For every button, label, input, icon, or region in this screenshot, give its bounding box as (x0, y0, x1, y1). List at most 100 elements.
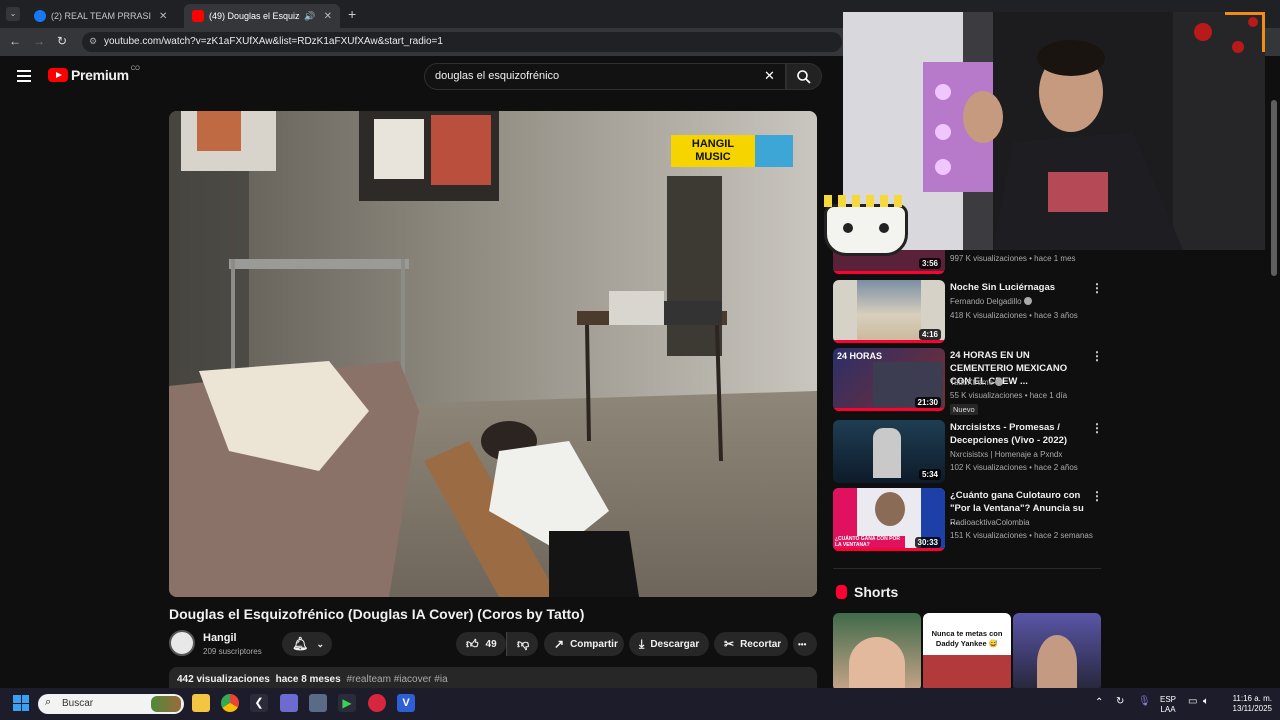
windows-start-icon[interactable] (13, 695, 29, 711)
short-thumbnail[interactable]: Nunca te metas con Daddy Yankee 😅 (923, 613, 1011, 691)
thumbs-up-icon: 👍︎ (466, 636, 479, 651)
search-value: douglas el esquizofrénico (435, 70, 560, 82)
page-scrollbar[interactable] (1271, 100, 1277, 276)
tab-facebook[interactable]: (2) REAL TEAM PRRASI | Faceboo ✕ (26, 4, 182, 28)
clock[interactable]: 11:16 a. m. 13/11/2025 (1218, 694, 1272, 714)
new-tab-button[interactable]: + (348, 6, 356, 22)
video-meta: 151 K visualizaciones • hace 2 semanas (950, 531, 1093, 540)
share-button[interactable]: ↗ Compartir (544, 632, 624, 656)
close-tab-icon[interactable]: ✕ (324, 11, 332, 22)
media-player-icon[interactable]: ▶ (338, 694, 356, 712)
app-icon-red[interactable] (368, 694, 386, 712)
facebook-icon (34, 10, 46, 22)
recommendation-item[interactable]: 5:34 Nxrcisistxs - Promesas / Decepcione… (833, 420, 1103, 484)
address-text: youtube.com/watch?v=zK1aFXUfXAw&list=RDz… (104, 36, 443, 47)
recommendation-item[interactable]: ¿CUÁNTO GANA CON POR LA VENTANA? 30:33 ¿… (833, 488, 1103, 552)
display-icon[interactable]: ▭ (1188, 697, 1197, 707)
video-duration: 30:33 (914, 537, 941, 548)
video-thumbnail[interactable]: ¿CUÁNTO GANA CON POR LA VENTANA? 30:33 (833, 488, 945, 551)
verified-icon (995, 378, 1004, 386)
chrome-icon[interactable] (221, 694, 239, 712)
tab-list-dropdown-icon[interactable]: ⌄ (6, 7, 20, 21)
file-explorer-icon[interactable] (192, 694, 210, 712)
language-indicator[interactable]: ESP LAA (1157, 695, 1179, 715)
clip-label: Recortar (740, 638, 782, 650)
menu-icon[interactable] (17, 70, 31, 82)
mic-icon[interactable]: 🎙︎ (1138, 697, 1151, 707)
video-thumbnail[interactable]: 5:34 (833, 420, 945, 483)
volume-icon[interactable]: 🔈︎ (1203, 697, 1209, 707)
short-thumbnail[interactable] (833, 613, 921, 691)
youtube-premium-logo[interactable]: Premium CO (48, 66, 140, 83)
video-thumbnail[interactable]: 24 HORAS 21:30 (833, 348, 945, 411)
upload-age: hace 8 meses (275, 674, 341, 685)
app-icon-arrow[interactable]: ❮ (250, 694, 268, 712)
calculator-icon[interactable] (309, 694, 327, 712)
more-actions-button[interactable]: ••• (793, 632, 817, 656)
more-options-icon[interactable]: ⋮ (1091, 421, 1103, 435)
short-thumbnail[interactable] (1013, 613, 1101, 691)
recommendation-item[interactable]: 4:16 Noche Sin Luciérnagas Fernando Delg… (833, 280, 1103, 344)
video-title: Douglas el Esquizofrénico (Douglas IA Co… (169, 606, 585, 622)
video-duration: 5:34 (918, 469, 941, 480)
shorts-header: Shorts (836, 584, 898, 600)
clip-button[interactable]: ✂ Recortar (714, 632, 788, 656)
hangil-music-watermark: HANGIL MUSIC (671, 135, 793, 167)
logo-text: Premium (71, 67, 129, 83)
bell-icon: 🔔︎ (292, 636, 309, 651)
crown-emote-sticker (824, 195, 908, 256)
watermark-line1: HANGIL (691, 138, 735, 150)
more-options-icon[interactable]: ⋮ (1091, 349, 1103, 363)
like-button[interactable]: 👍︎ 49 (456, 632, 506, 656)
channel-avatar[interactable] (169, 630, 195, 656)
chevron-down-icon: ⌄ (316, 638, 325, 649)
clear-search-icon[interactable]: ✕ (764, 68, 775, 84)
video-player[interactable]: HANGIL MUSIC (169, 111, 817, 597)
channel-name: Fernando Delgadillo (950, 297, 1032, 306)
thumb-overlay-text: 24 HORAS (837, 351, 883, 361)
view-count: 442 visualizaciones (177, 674, 270, 685)
taskbar-search[interactable]: ⌕ Buscar (38, 694, 184, 714)
shorts-icon (836, 585, 847, 599)
more-options-icon[interactable]: ⋮ (1091, 281, 1103, 295)
reload-icon[interactable]: ↻ (57, 34, 67, 48)
cam-frame-corner (1225, 12, 1265, 52)
hashtags[interactable]: #realteam #iacover #ia (346, 674, 447, 685)
sticker-eye (879, 223, 889, 233)
address-bar[interactable]: ⚙ youtube.com/watch?v=zK1aFXUfXAw&list=R… (82, 32, 842, 52)
tray-overflow-icon[interactable]: ⌃ (1095, 698, 1103, 708)
download-button[interactable]: ⤓ Descargar (629, 632, 709, 656)
forward-icon[interactable]: → (33, 34, 45, 48)
watermark-line2: MUSIC (695, 151, 731, 163)
recommendation-item[interactable]: 24 HORAS 21:30 24 HORAS EN UN CEMENTERIO… (833, 348, 1103, 415)
close-tab-icon[interactable]: ✕ (159, 11, 167, 22)
sync-icon[interactable]: ↻ (1116, 697, 1124, 707)
app-icon-v[interactable]: V (397, 694, 415, 712)
search-icon (797, 70, 811, 84)
video-thumbnail[interactable]: 4:16 (833, 280, 945, 343)
tab-youtube-active[interactable]: (49) Douglas el Esquizofréni 🔊 ✕ (184, 4, 340, 28)
video-frame (169, 111, 817, 597)
back-icon[interactable]: ← (9, 34, 21, 48)
channel-name[interactable]: Hangil (203, 632, 237, 644)
speaker-icon[interactable]: 🔊 (304, 11, 315, 22)
video-meta: 418 K visualizaciones • hace 3 años (950, 311, 1078, 320)
thumbs-down-icon: 👎︎ (517, 636, 530, 651)
video-meta: 55 K visualizaciones • hace 1 día (950, 391, 1068, 400)
app-icon-doc[interactable] (280, 694, 298, 712)
site-info-icon[interactable]: ⚙ (89, 36, 97, 47)
video-duration: 21:30 (914, 397, 941, 408)
dislike-button[interactable]: 👎︎ (506, 632, 538, 656)
download-label: Descargar (650, 638, 700, 650)
channel-name: Nxrcisistxs | Homenaje a Pxndx (950, 450, 1063, 459)
search-button[interactable] (786, 63, 822, 90)
more-options-icon[interactable]: ⋮ (1091, 489, 1103, 503)
channel-name: TattoXtreme (950, 378, 1004, 387)
subscriber-count: 209 suscriptores (203, 647, 262, 656)
tab-title: (49) Douglas el Esquizofréni (209, 11, 300, 21)
subscribe-bell-button[interactable]: 🔔︎ ⌄ (282, 632, 332, 656)
search-input[interactable]: douglas el esquizofrénico (424, 63, 786, 90)
taskbar-search-placeholder: Buscar (62, 698, 94, 709)
video-meta: 102 K visualizaciones • hace 2 años (950, 463, 1078, 472)
scissors-icon: ✂ (724, 637, 735, 651)
